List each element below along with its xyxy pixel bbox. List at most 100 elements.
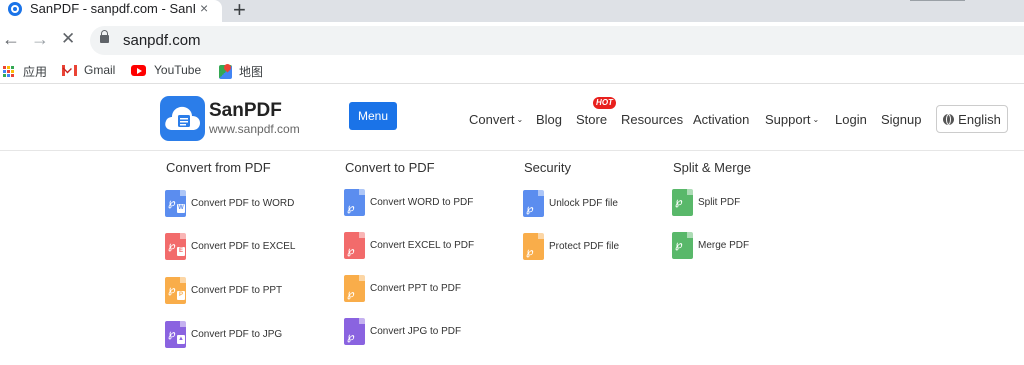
bookmark-youtube[interactable]: YouTube [131, 63, 201, 77]
address-bar[interactable]: sanpdf.com [90, 26, 1024, 55]
language-button[interactable]: English [936, 105, 1008, 133]
protect-pdf-link[interactable]: ℘ Protect PDF file [523, 233, 619, 260]
bookmark-label: 应用 [23, 65, 48, 79]
column-title: Convert from PDF [166, 160, 271, 175]
gmail-icon [62, 64, 77, 76]
apps-dot [3, 66, 6, 69]
brand-url: www.sanpdf.com [209, 122, 300, 136]
bookmark-label: 地图 [239, 65, 264, 79]
pdf-jpg-icon: ℘ ▲ [165, 321, 186, 348]
item-label: Convert PDF to WORD [191, 198, 295, 209]
split-pdf-icon: ℘ [672, 189, 693, 216]
nav-store[interactable]: Store [576, 112, 607, 127]
hot-badge: HOT [593, 97, 616, 109]
apps-dot [11, 74, 14, 77]
chevron-down-icon: ⌄ [812, 115, 820, 124]
apps-dot [7, 74, 10, 77]
new-tab-button[interactable]: + [233, 0, 246, 23]
item-label: Convert EXCEL to PDF [370, 240, 475, 251]
apps-dot [7, 66, 10, 69]
nav-convert-label: Convert [469, 112, 515, 127]
language-label: English [958, 111, 1001, 127]
item-label: Convert WORD to PDF [370, 197, 474, 208]
word-to-pdf-link[interactable]: ℘ Convert WORD to PDF [344, 189, 473, 216]
brand-name[interactable]: SanPDF [209, 100, 282, 122]
pdf-to-word-link[interactable]: ℘ W Convert PDF to WORD [165, 190, 294, 217]
item-label: Split PDF [698, 197, 741, 208]
excel-pdf-icon: ℘ [344, 232, 365, 259]
unlock-pdf-link[interactable]: ℘ Unlock PDF file [523, 190, 618, 217]
stop-loading-button[interactable]: ✕ [61, 29, 75, 49]
pdf-ppt-icon: ℘ P [165, 277, 186, 304]
favicon-icon [8, 2, 22, 16]
item-label: Convert PDF to EXCEL [191, 241, 296, 252]
convert-to-pdf-column: Convert to PDF ℘ Convert WORD to PDF ℘ C… [344, 160, 474, 345]
item-label: Convert PDF to JPG [191, 329, 283, 340]
split-pdf-link[interactable]: ℘ Split PDF [672, 189, 740, 216]
tab-title: SanPDF - sanpdf.com - SanPDF [30, 1, 195, 16]
browser-toolbar: ← → ✕ sanpdf.com [0, 22, 1024, 58]
ppt-pdf-icon: ℘ [344, 275, 365, 302]
youtube-icon [131, 64, 146, 76]
pdf-to-excel-link[interactable]: ℘ E Convert PDF to EXCEL [165, 233, 295, 260]
item-label: Convert JPG to PDF [370, 326, 462, 337]
column-title: Convert to PDF [345, 160, 435, 175]
pdf-word-icon: ℘ W [165, 190, 186, 217]
item-label: Unlock PDF file [549, 198, 618, 209]
security-column: Security ℘ Unlock PDF file ℘ Protect PDF… [523, 160, 619, 260]
url-text[interactable]: sanpdf.com [123, 32, 201, 49]
merge-pdf-link[interactable]: ℘ Merge PDF [672, 232, 749, 259]
ppt-to-pdf-link[interactable]: ℘ Convert PPT to PDF [344, 275, 461, 302]
jpg-to-pdf-link[interactable]: ℘ Convert JPG to PDF [344, 318, 461, 345]
merge-pdf-icon: ℘ [672, 232, 693, 259]
apps-dot [11, 70, 14, 73]
unlock-pdf-icon: ℘ [523, 190, 544, 217]
browser-tab[interactable]: SanPDF - sanpdf.com - SanPDF × [0, 0, 222, 22]
item-label: Convert PPT to PDF [370, 283, 461, 294]
site-header: SanPDF www.sanpdf.com Menu Convert ⌄ Blog… [0, 85, 1024, 151]
nav-activation[interactable]: Activation [693, 112, 749, 127]
tab-strip: SanPDF - sanpdf.com - SanPDF × + [0, 0, 1024, 22]
apps-dot [3, 74, 6, 77]
item-label: Convert PDF to PPT [191, 285, 283, 296]
bookmark-gmail[interactable]: Gmail [62, 63, 115, 77]
bookmark-apps[interactable]: 应用 [3, 63, 47, 80]
column-title: Split & Merge [673, 160, 752, 175]
nav-blog[interactable]: Blog [536, 112, 562, 127]
word-pdf-icon: ℘ [344, 189, 365, 216]
split-merge-column: Split & Merge ℘ Split PDF ℘ Merge PDF [672, 160, 752, 259]
nav-login[interactable]: Login [835, 112, 867, 127]
maps-icon [219, 64, 232, 79]
sanpdf-logo-icon[interactable] [160, 96, 205, 141]
bookmark-label: Gmail [84, 63, 116, 77]
chevron-down-icon: ⌄ [516, 115, 524, 124]
nav-convert[interactable]: Convert ⌄ [469, 112, 523, 127]
window-control-divider [910, 0, 965, 1]
jpg-pdf-icon: ℘ [344, 318, 365, 345]
lock-icon[interactable] [100, 30, 109, 43]
menu-button[interactable]: Menu [349, 102, 397, 130]
apps-dot [11, 66, 14, 69]
back-button[interactable]: ← [2, 29, 20, 50]
protect-pdf-icon: ℘ [523, 233, 544, 260]
nav-support-label: Support [765, 112, 811, 127]
pdf-excel-icon: ℘ E [165, 233, 186, 260]
column-title: Security [524, 160, 571, 175]
item-label: Protect PDF file [549, 241, 620, 252]
convert-from-pdf-column: Convert from PDF ℘ W Convert PDF to WORD … [165, 160, 295, 348]
pdf-to-ppt-link[interactable]: ℘ P Convert PDF to PPT [165, 277, 282, 304]
forward-button[interactable]: → [31, 29, 49, 50]
excel-to-pdf-link[interactable]: ℘ Convert EXCEL to PDF [344, 232, 474, 259]
nav-support[interactable]: Support ⌄ [765, 112, 819, 127]
item-label: Merge PDF [698, 240, 750, 251]
apps-dot [3, 70, 6, 73]
bookmark-label: YouTube [154, 63, 202, 77]
apps-grid-icon [3, 66, 14, 77]
close-tab-icon[interactable]: × [200, 0, 208, 16]
bookmark-maps[interactable]: 地图 [219, 63, 263, 80]
pdf-to-jpg-link[interactable]: ℘ ▲ Convert PDF to JPG [165, 321, 282, 348]
nav-resources[interactable]: Resources [621, 112, 683, 127]
bookmarks-bar: 应用 Gmail YouTube 地图 [0, 58, 1024, 84]
nav-signup[interactable]: Signup [881, 112, 921, 127]
globe-icon [943, 113, 955, 125]
